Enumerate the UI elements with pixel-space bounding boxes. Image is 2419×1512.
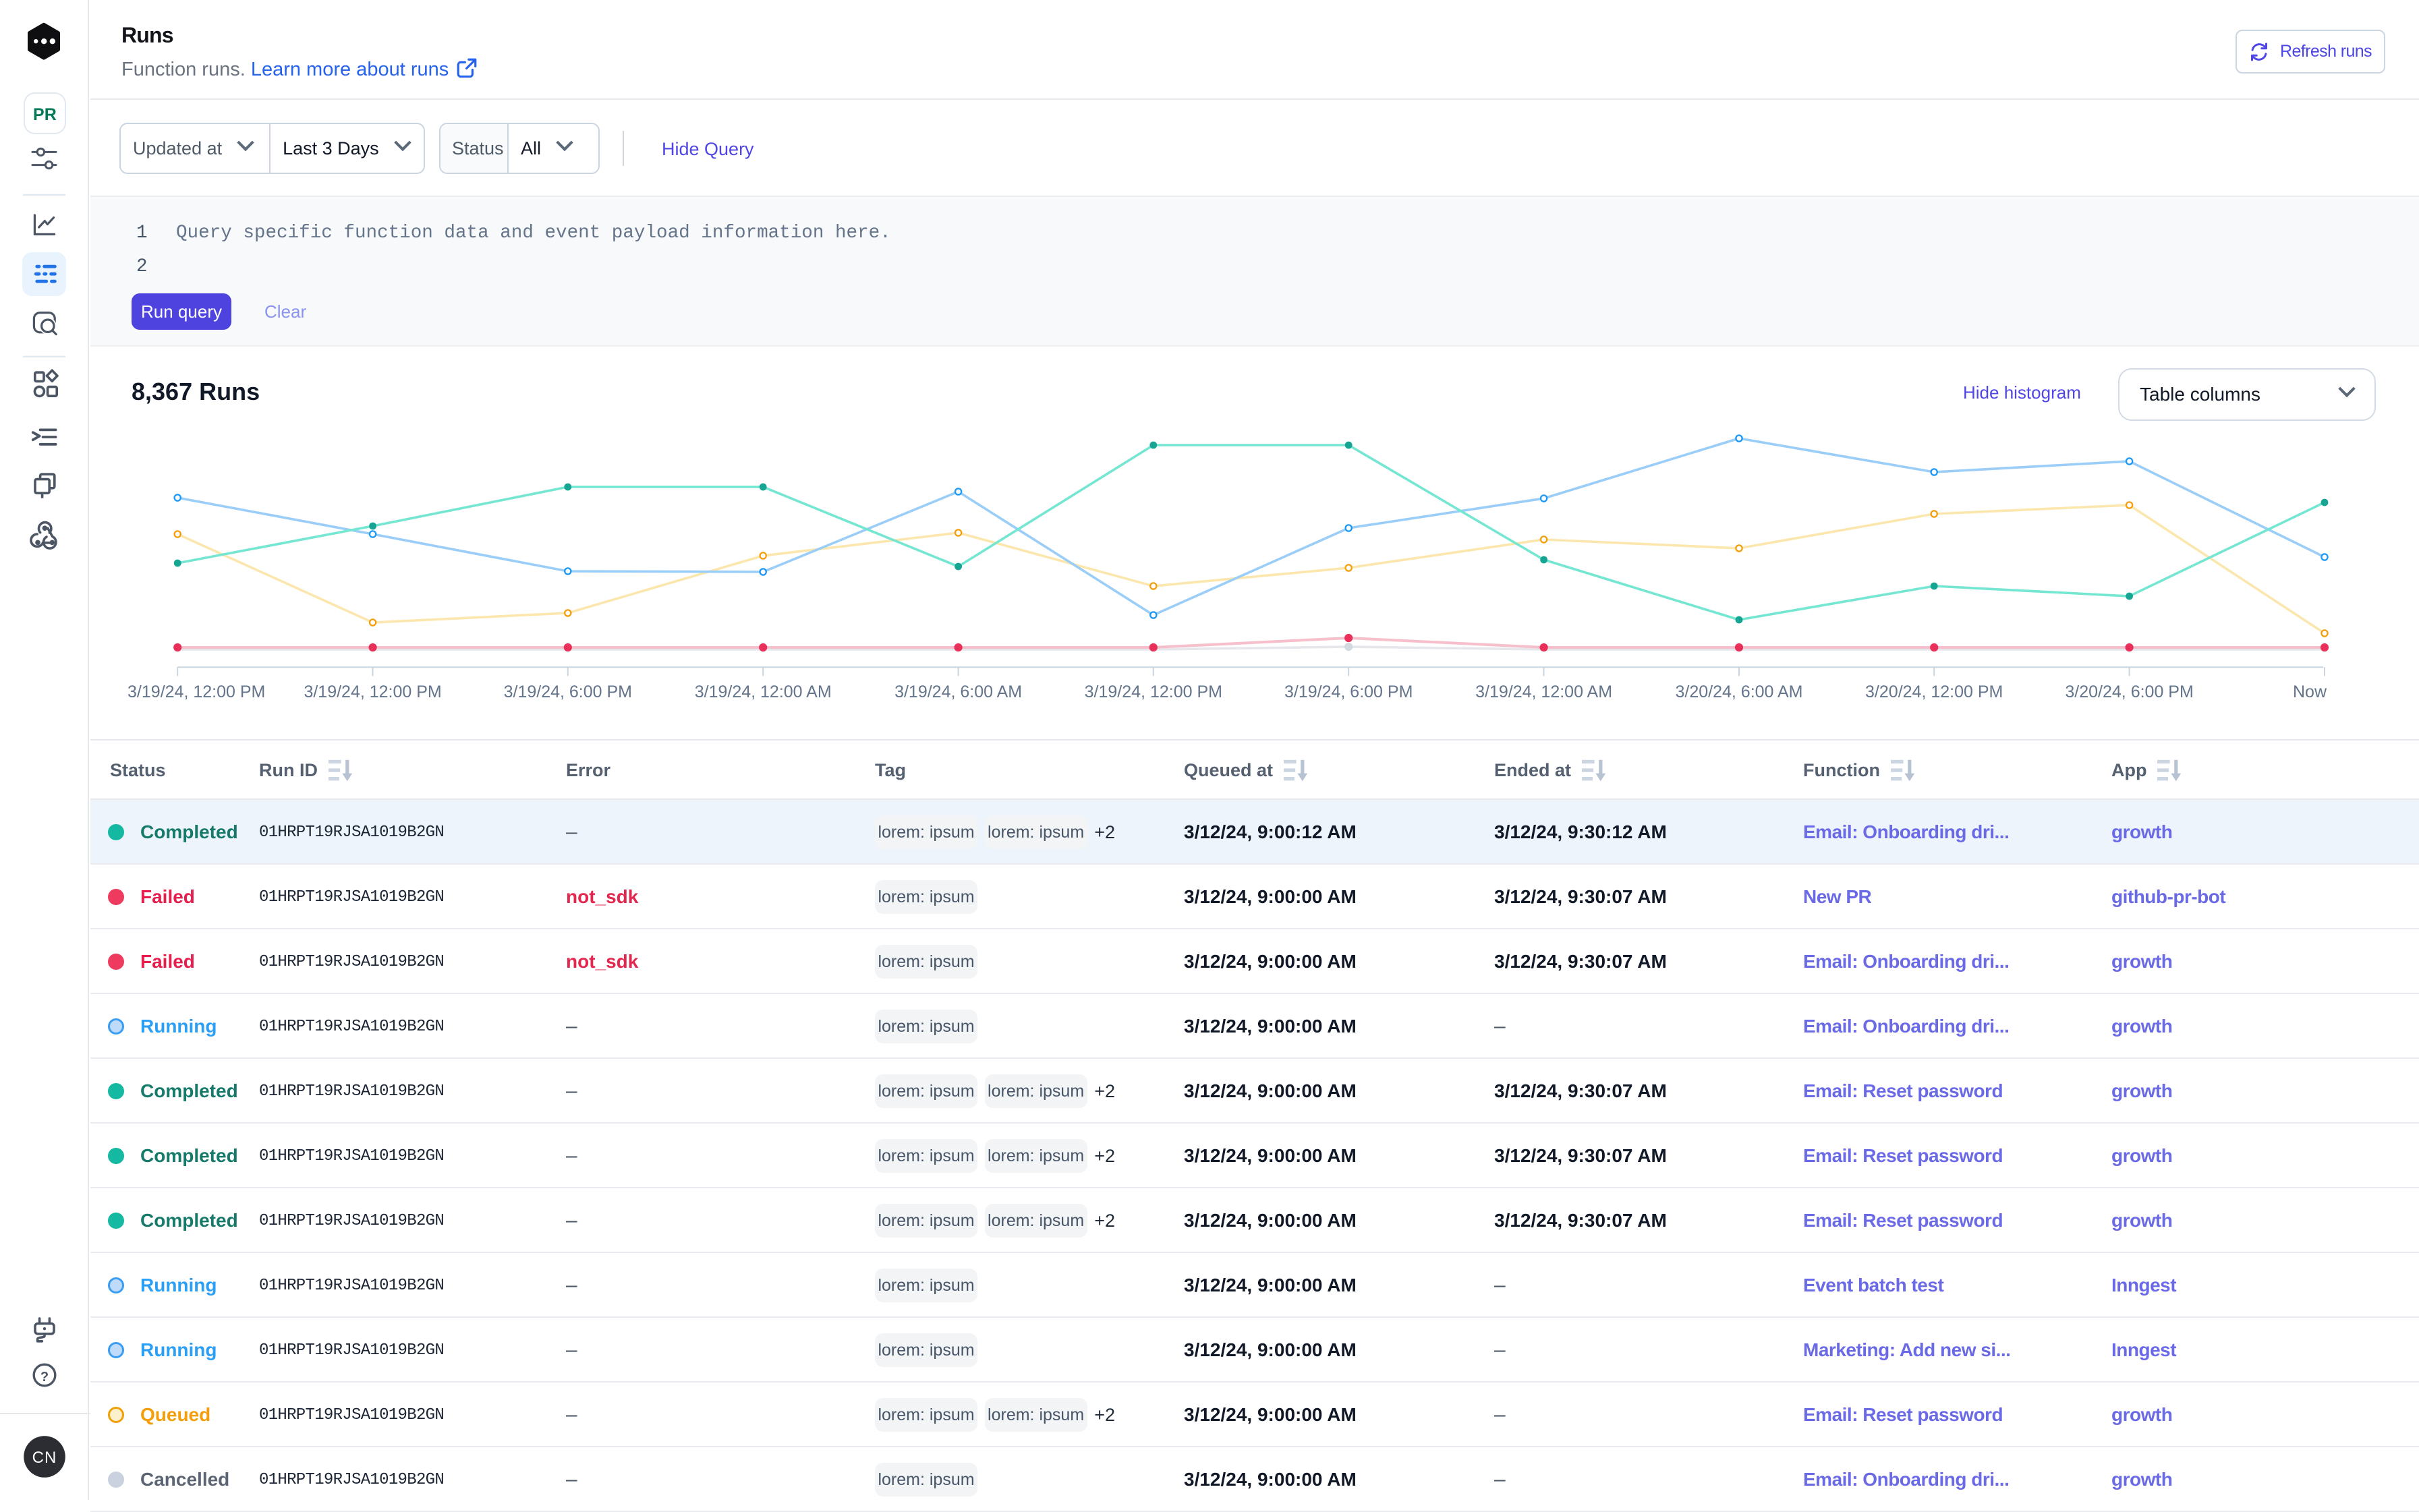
svg-text:CN: CN bbox=[32, 1449, 57, 1467]
svg-text:?: ? bbox=[40, 1370, 49, 1385]
